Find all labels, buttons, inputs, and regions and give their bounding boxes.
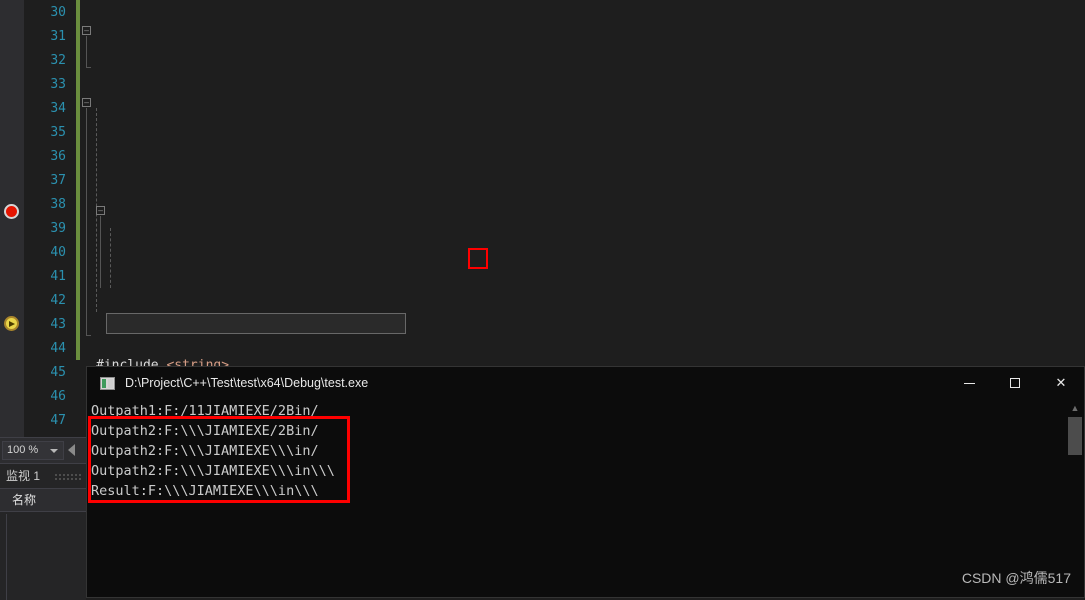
maximize-button[interactable]: [992, 367, 1038, 399]
editor-zoom-bar: 100 %: [0, 437, 86, 463]
minimize-button[interactable]: [946, 367, 992, 399]
console-app-icon: [100, 376, 115, 390]
line-number: 47: [50, 413, 66, 428]
line-number: 34: [50, 101, 66, 116]
zoom-level-dropdown[interactable]: 100 %: [2, 441, 64, 460]
close-icon: ✕: [1055, 375, 1067, 391]
line-number: 31: [50, 29, 66, 44]
line-number: 44: [50, 341, 66, 356]
line-number: 43: [50, 317, 66, 332]
watch-window: 监视 1 名称: [0, 463, 86, 600]
close-button[interactable]: ✕: [1038, 367, 1084, 399]
indent-guide-while: [110, 228, 111, 288]
watch-column-divider: [6, 514, 7, 600]
line-number: 40: [50, 245, 66, 260]
watch-window-title: 监视 1: [6, 469, 41, 483]
breakpoint-marker-line-43[interactable]: [4, 204, 19, 219]
fold-bracket-end-33: [86, 67, 91, 68]
editor-change-bar: [76, 0, 80, 360]
line-number: 41: [50, 269, 66, 284]
fold-bracket-31-33: [86, 36, 87, 68]
scroll-up-arrow-icon[interactable]: ▲: [1067, 400, 1083, 416]
line-number: 37: [50, 173, 66, 188]
line-number: 35: [50, 125, 66, 140]
fold-toggle-line-31[interactable]: –: [82, 26, 91, 35]
line-number: 36: [50, 149, 66, 164]
line-number: 38: [50, 197, 66, 212]
console-title-bar[interactable]: D:\Project\C++\Test\test\x64\Debug\test.…: [87, 367, 1084, 399]
panel-collapse-arrow-icon[interactable]: [68, 444, 75, 456]
window-controls: ✕: [946, 367, 1084, 399]
fold-toggle-line-36[interactable]: –: [82, 98, 91, 107]
minimize-icon: [963, 382, 975, 384]
line-number: 32: [50, 53, 66, 68]
line-number: 46: [50, 389, 66, 404]
watch-column-header-name[interactable]: 名称: [0, 488, 86, 512]
code-annotation-box: [468, 248, 488, 269]
fold-toggle-line-43[interactable]: –: [96, 206, 105, 215]
chevron-down-icon: [50, 449, 58, 453]
line-number: 39: [50, 221, 66, 236]
code-line-30[interactable]: [82, 285, 1085, 309]
current-statement-marker-line-50[interactable]: [4, 316, 19, 331]
current-statement-highlight: [106, 313, 406, 334]
visual-studio-window: 3031323334353637383940414243444546474849…: [0, 0, 1085, 600]
console-title-text: D:\Project\C++\Test\test\x64\Debug\test.…: [125, 376, 369, 390]
line-number: 42: [50, 293, 66, 308]
editor-line-numbers: 3031323334353637383940414243444546474849…: [24, 0, 72, 524]
fold-bracket-43-48: [100, 216, 101, 288]
line-number: 45: [50, 365, 66, 380]
watch-window-title-bar[interactable]: 监视 1: [0, 464, 86, 488]
maximize-icon: [1010, 378, 1020, 388]
drag-grip-icon[interactable]: [54, 473, 82, 480]
current-statement-arrow-icon: [9, 320, 15, 327]
line-number: 30: [50, 5, 66, 20]
scrollbar-thumb[interactable]: [1068, 417, 1082, 455]
fold-bracket-end-51: [86, 335, 91, 336]
zoom-level-value: 100 %: [7, 444, 39, 456]
watermark: CSDN @鸿儒517: [961, 570, 1071, 586]
watch-window-body[interactable]: [0, 512, 86, 600]
console-scrollbar[interactable]: ▲: [1067, 400, 1083, 596]
console-window: D:\Project\C++\Test\test\x64\Debug\test.…: [86, 366, 1085, 598]
line-number: 33: [50, 77, 66, 92]
console-annotation-box: [88, 416, 350, 503]
